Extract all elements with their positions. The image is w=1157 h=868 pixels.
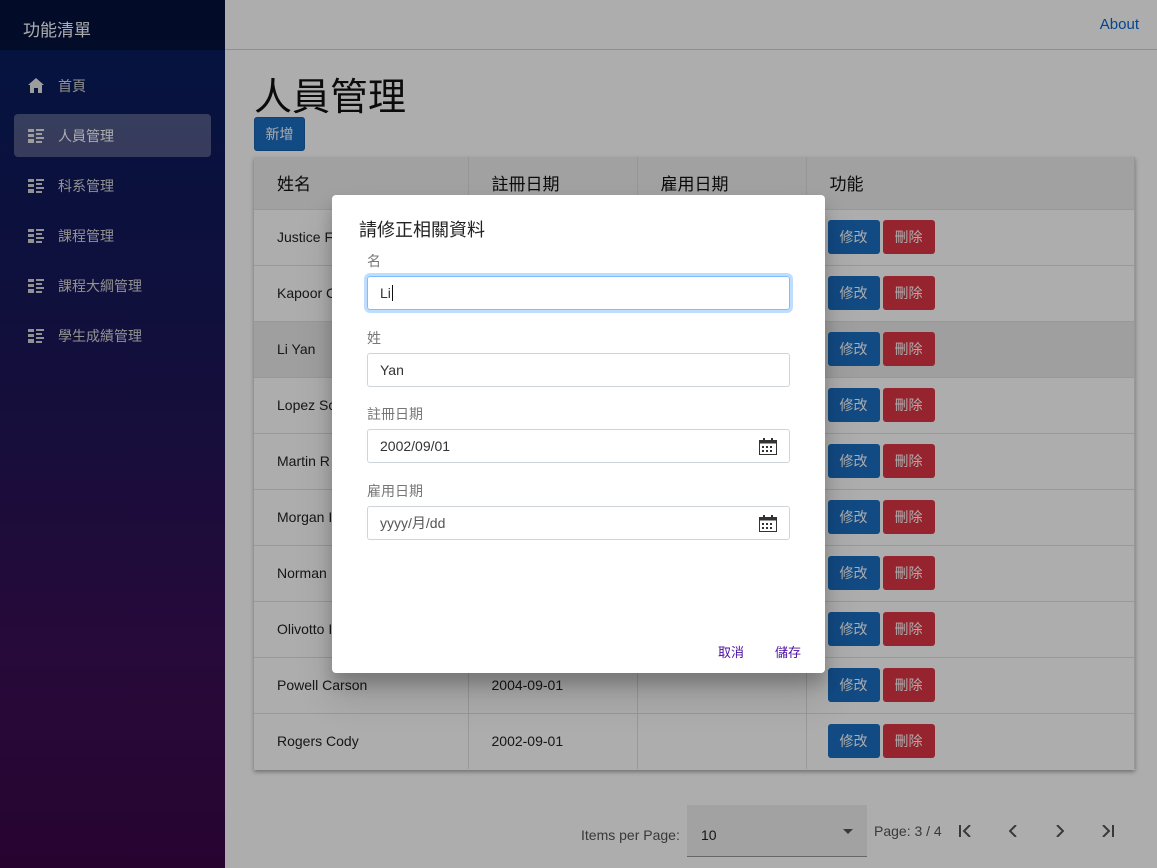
last-name-label: 姓	[367, 330, 381, 346]
calendar-icon[interactable]	[759, 515, 777, 535]
calendar-icon[interactable]	[759, 438, 777, 458]
enroll-date-input[interactable]: 2002/09/01	[367, 429, 790, 463]
enroll-date-label: 註冊日期	[367, 406, 423, 422]
last-name-input[interactable]: Yan	[367, 353, 790, 387]
edit-dialog: 請修正相關資料 名 Li 姓 Yan 註冊日期 2002/09/01 雇用日期 …	[332, 195, 825, 673]
first-name-input[interactable]: Li	[367, 276, 790, 310]
text-caret	[391, 285, 393, 301]
last-name-value: Yan	[380, 362, 404, 378]
first-name-label: 名	[367, 253, 381, 269]
hire-date-placeholder: yyyy/月/dd	[380, 515, 446, 531]
enroll-date-value: 2002/09/01	[380, 438, 451, 454]
hire-date-input[interactable]: yyyy/月/dd	[367, 506, 790, 540]
hire-date-label: 雇用日期	[367, 483, 423, 499]
first-name-value: Li	[380, 285, 391, 301]
dialog-title: 請修正相關資料	[359, 220, 485, 240]
cancel-button[interactable]: 取消	[718, 642, 744, 661]
save-button[interactable]: 儲存	[775, 642, 801, 661]
